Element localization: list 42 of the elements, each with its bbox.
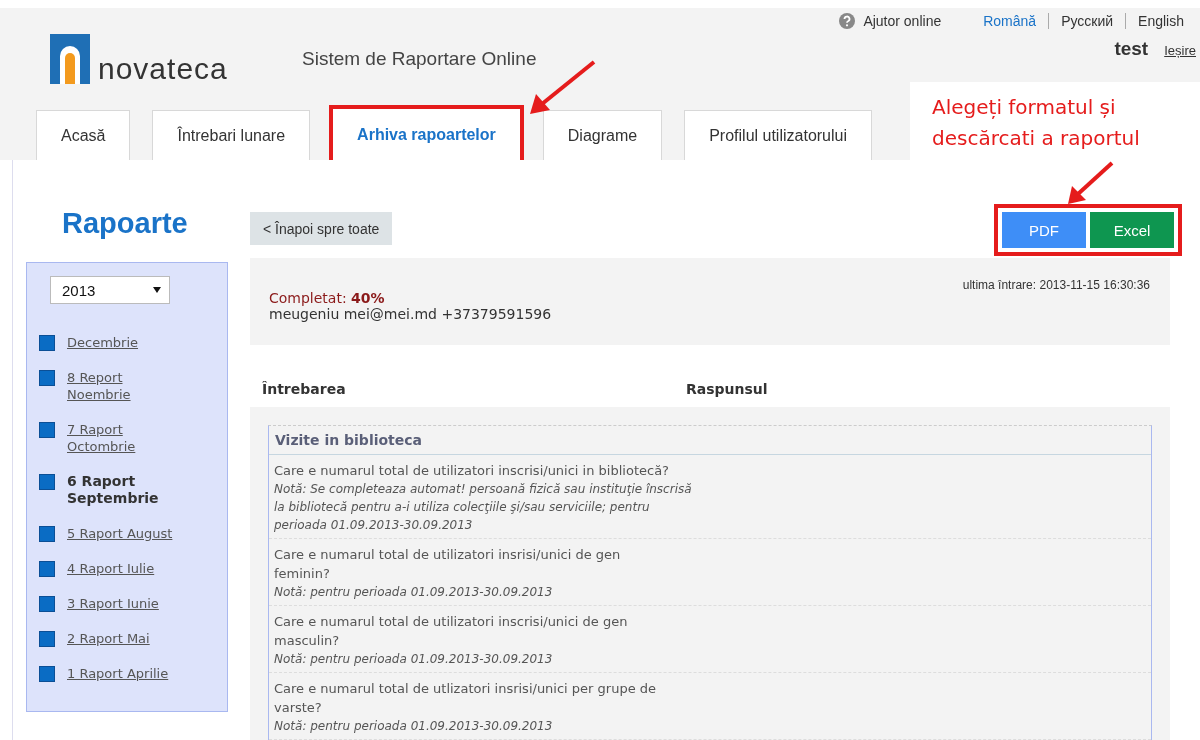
question-note: Notă: pentru perioada 01.09.2013-30.09.2013: [274, 584, 554, 601]
report-link[interactable]: 1 Raport Aprilie: [67, 665, 189, 682]
year-dropdown[interactable]: 2013: [50, 276, 170, 304]
back-button[interactable]: < Înapoi spre toate: [250, 212, 393, 245]
nav-tab[interactable]: Acasă: [36, 110, 131, 160]
report-link[interactable]: 7 Raport Octombrie: [67, 421, 189, 455]
report-link[interactable]: Decembrie: [67, 334, 189, 351]
question-text: Care e numarul total de utilizatori inscrisi/unici in bibliotecă?: [274, 462, 669, 480]
report-link[interactable]: 8 Report Noembrie: [67, 369, 189, 403]
sidebar-title: Rapoarte: [61, 206, 189, 241]
help-link[interactable]: Ajutor online: [863, 13, 942, 29]
logo-text: novateca: [98, 54, 228, 84]
report-link[interactable]: 5 Raport August: [67, 525, 189, 542]
language-link[interactable]: English: [1125, 13, 1196, 29]
language-link[interactable]: Română: [971, 13, 1049, 29]
export-button[interactable]: Excel: [1090, 212, 1174, 248]
report-link[interactable]: 3 Raport Iunie: [67, 595, 189, 612]
question-text: Care e numarul total de utilizatori inscrisi/unici de gen masculin?: [274, 613, 629, 650]
site-title: Sistem de Raportare Online: [302, 48, 537, 70]
nav-tab[interactable]: Profilul utilizatorului: [684, 110, 872, 160]
column-header: Întrebarea: [262, 381, 347, 397]
nav-tab[interactable]: Arhiva rapoartelor: [332, 108, 521, 161]
column-header: Raspunsul: [686, 381, 768, 397]
question-note: Notă: pentru perioada 01.09.2013-30.09.2013: [274, 651, 554, 668]
question-note: Notă: Se completeaza automat! persoană fizică sau instituţie înscrisă la bibliotecă pentru a-i utiliza colecţiile şi/sau serviciile; pentru perioada 01.09.2013-30.09.2013: [274, 481, 693, 534]
report-link[interactable]: 2 Raport Mai: [67, 630, 189, 647]
contact-info: meugeniu mei@mei.md +37379591596: [269, 306, 552, 322]
last-entry-date: ultima întrare: 2013-11-15 16:30:36: [962, 278, 1150, 294]
question-text: Care e numarul total de utlizatori insrisi/unici per grupe de varste?: [274, 680, 658, 717]
user-name: test: [1114, 38, 1149, 60]
nav-tab[interactable]: Diagrame: [542, 110, 663, 160]
report-link[interactable]: 6 Raport Septembrie: [67, 473, 189, 507]
section-title: Vizite in biblioteca: [269, 426, 1151, 455]
export-button[interactable]: PDF: [1002, 212, 1086, 248]
question-text: Care e numarul total de utilizatori insrisi/unici de gen feminin?: [274, 546, 622, 583]
logout-link[interactable]: Ieșire: [1164, 43, 1196, 58]
nav-tab[interactable]: Întrebari lunare: [152, 110, 311, 160]
report-link[interactable]: 4 Raport Iulie: [67, 560, 189, 577]
question-note: Notă: pentru perioada 01.09.2013-30.09.2013: [274, 718, 554, 735]
language-link[interactable]: Русский: [1048, 13, 1126, 29]
annotation-callout: Alegeți formatul și descărcati a raportul: [910, 82, 1200, 160]
completion-status: Completat: 40%: [269, 290, 386, 306]
